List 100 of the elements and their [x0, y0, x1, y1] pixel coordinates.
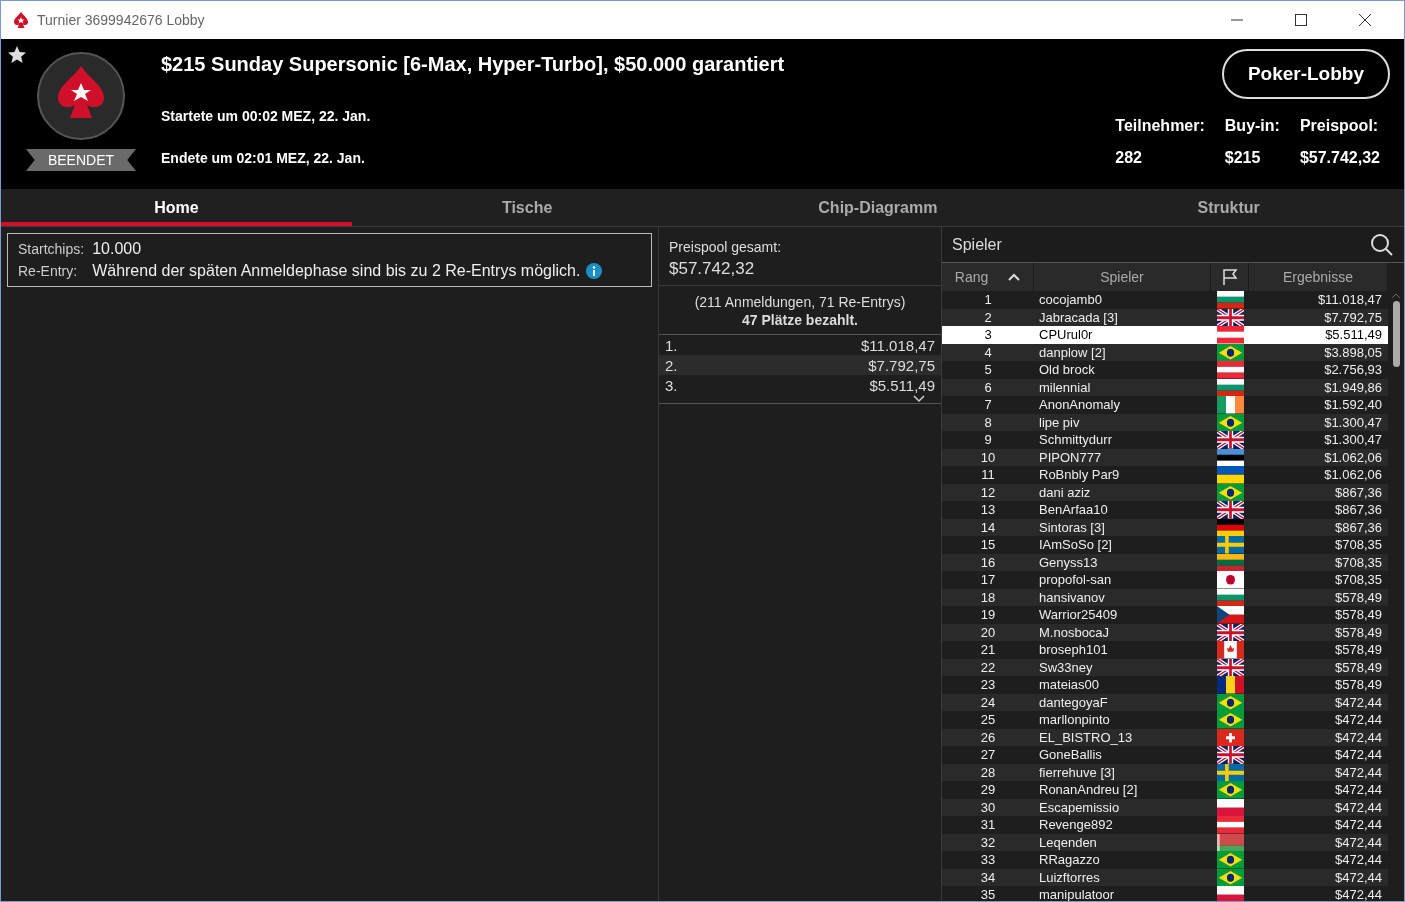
- place-amount: $7.792,75: [868, 356, 935, 374]
- result-cell-text: $1.300,47: [1323, 414, 1383, 430]
- result-cell-text: $472,44: [1334, 817, 1383, 833]
- player-name-cell-text: cocojamb0: [1038, 292, 1103, 308]
- rank-cell-text: 29: [979, 782, 997, 798]
- rank-cell-text: 16: [979, 554, 997, 570]
- player-name-cell-text: Jabracada [3]: [1038, 309, 1119, 325]
- player-name-cell-text: Genyss13: [1038, 554, 1099, 570]
- rank-cell-text: 13: [979, 502, 997, 518]
- player-name-cell-text: dantegoyaF: [1038, 694, 1109, 710]
- rank-cell-text: 18: [979, 589, 997, 605]
- tournament-title: $215 Sunday Supersonic [6-Max, Hyper-Turbo], $50.000 garantiert: [161, 53, 786, 76]
- rank-cell-text: 10: [979, 449, 997, 465]
- tab[interactable]: Struktur: [1053, 189, 1404, 226]
- result-cell-text: $1.592,40: [1323, 397, 1383, 413]
- info-value: Während der späten Anmeldephase sind bis zu 2 Re-Entrys möglich.: [92, 262, 581, 280]
- player-name-cell-text: Warrior25409: [1038, 607, 1119, 623]
- player-name-cell-text: dani aziz: [1038, 484, 1092, 500]
- spade-logo-icon: [11, 10, 31, 30]
- place-number: 1.: [665, 336, 678, 354]
- result-cell-text: $867,36: [1334, 502, 1383, 518]
- player-name-cell-text: broseph101: [1038, 642, 1109, 658]
- stat-label: Teilnehmer:: [1115, 117, 1205, 135]
- rank-cell-text: 7: [983, 397, 993, 413]
- result-cell-text: $7.792,75: [1323, 309, 1383, 325]
- info-icon[interactable]: [586, 263, 603, 279]
- rank-cell-text: 30: [979, 799, 997, 815]
- result-cell-text: $472,44: [1334, 834, 1383, 850]
- info-value: 10.000: [92, 240, 142, 258]
- chevron-down-icon[interactable]: [913, 395, 925, 403]
- rank-cell-text: 27: [979, 747, 997, 763]
- player-name-cell-text: fierrehuve [3]: [1038, 764, 1116, 780]
- rank-cell-text: 9: [983, 432, 993, 448]
- rank-cell-text: 34: [979, 869, 997, 885]
- result-cell-text: $867,36: [1334, 484, 1383, 500]
- result-cell-text: $472,44: [1334, 852, 1383, 868]
- place-amount: $11.018,47: [861, 336, 935, 354]
- player-name-cell-text: hansivanov: [1038, 589, 1106, 605]
- player-name-cell-text: Sw33ney: [1038, 659, 1094, 675]
- result-cell-text: $708,35: [1334, 537, 1383, 553]
- result-cell-text: $708,35: [1334, 554, 1383, 570]
- rank-cell-text: 14: [979, 519, 997, 535]
- start-time: Startete um 00:02 MEZ, 22. Jan.: [161, 108, 372, 124]
- result-cell-text: $1.062,06: [1323, 467, 1383, 483]
- rank-cell-text: 25: [979, 712, 997, 728]
- close-icon[interactable]: [1359, 14, 1371, 26]
- star-icon[interactable]: [7, 45, 27, 65]
- scroll-up-icon[interactable]: [1391, 293, 1401, 299]
- player-row[interactable]: 3 CPUrul0r $5.511,49: [942, 326, 1388, 344]
- scrollbar-thumb[interactable]: [1392, 301, 1400, 367]
- entries-text: (211 Anmeldungen, 71 Re-Entrys): [694, 294, 906, 310]
- result-cell-text: $578,49: [1334, 607, 1383, 623]
- rank-cell-text: 24: [979, 694, 997, 710]
- player-name-cell-text: Leqenden: [1038, 834, 1098, 850]
- flag-column-icon[interactable]: [1220, 268, 1239, 286]
- window-title: Turnier 3699942676 Lobby: [37, 12, 206, 28]
- rank-cell-text: 19: [979, 607, 997, 623]
- result-cell-text: $1.062,06: [1323, 449, 1383, 465]
- rank-cell-text: 32: [979, 834, 997, 850]
- rank-cell-text: 17: [979, 572, 997, 588]
- player-name-cell-text: Revenge892: [1038, 817, 1114, 833]
- rank-cell-text: 4: [983, 344, 993, 360]
- rank-cell-text: 1: [983, 292, 993, 308]
- sort-caret-icon: [1008, 273, 1021, 281]
- result-cell-text: $578,49: [1334, 642, 1383, 658]
- prizepool-label: Preispool gesamt:: [669, 239, 783, 255]
- maximize-icon[interactable]: [1295, 14, 1307, 26]
- result-cell-text: $472,44: [1334, 764, 1383, 780]
- search-label: Spieler: [952, 235, 1002, 254]
- rank-cell-text: 2: [983, 309, 993, 325]
- paid-places-text: 47 Plätze bezahlt.: [742, 312, 858, 328]
- player-name-cell-text: marllonpinto: [1038, 712, 1111, 728]
- info-label: Re-Entry:: [18, 263, 79, 279]
- stat-label: Preispool:: [1299, 117, 1380, 135]
- stat-value: 282: [1115, 149, 1143, 167]
- result-cell-text: $1.300,47: [1323, 432, 1383, 448]
- rank-cell-text: 21: [979, 642, 997, 658]
- player-name-cell-text: milennial: [1038, 379, 1092, 395]
- player-name-cell-text: Luizftorres: [1038, 869, 1101, 885]
- rank-cell-text: 12: [979, 484, 997, 500]
- result-cell-text: $2.756,93: [1323, 362, 1383, 378]
- rank-cell-text: 35: [979, 887, 997, 901]
- player-name-cell-text: Escapemissio: [1038, 799, 1121, 815]
- tab[interactable]: Home: [1, 189, 352, 226]
- poker-lobby-button[interactable]: Poker-Lobby: [1221, 49, 1390, 99]
- player-name-cell-text: Old brock: [1038, 362, 1096, 378]
- search-icon[interactable]: [1370, 232, 1394, 257]
- result-cell-text: $472,44: [1334, 729, 1383, 745]
- stat-value: $215: [1224, 149, 1262, 167]
- result-cell-text: $472,44: [1334, 799, 1383, 815]
- player-name-cell-text: M.nosbocaJ: [1038, 624, 1111, 640]
- result-cell-text: $867,36: [1334, 519, 1383, 535]
- tab[interactable]: Tische: [351, 189, 703, 226]
- tab[interactable]: Chip-Diagramm: [702, 189, 1054, 226]
- rank-cell-text: 22: [979, 659, 997, 675]
- result-cell-text: $708,35: [1334, 572, 1383, 588]
- player-name-cell-text: EL_BISTRO_13: [1038, 729, 1134, 745]
- result-cell-text: $472,44: [1334, 869, 1383, 885]
- result-cell-text: $578,49: [1334, 659, 1383, 675]
- rank-cell-text: 6: [983, 379, 993, 395]
